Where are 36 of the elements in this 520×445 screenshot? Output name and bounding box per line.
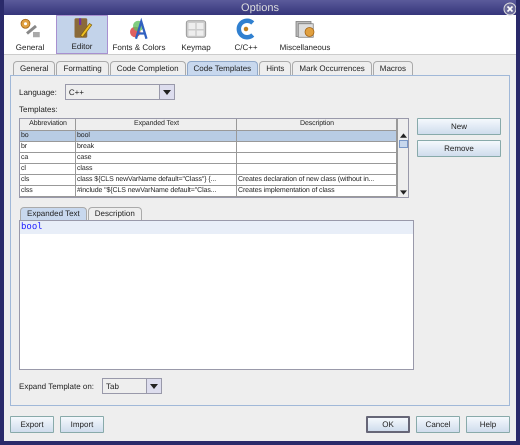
category-button[interactable]: Keymap <box>170 15 222 54</box>
tab[interactable]: Hints <box>259 61 292 75</box>
tab[interactable]: Formatting <box>56 61 109 75</box>
tab[interactable]: Code Templates <box>186 61 258 75</box>
footer-button[interactable]: Export <box>10 416 54 433</box>
dropdown-arrow-icon <box>162 90 171 94</box>
category-button[interactable]: Miscellaneous <box>270 15 340 54</box>
category-button[interactable]: Editor <box>56 15 108 54</box>
scroll-thumb[interactable] <box>398 140 408 148</box>
expand-template-label: Expand Template on: <box>19 382 94 390</box>
scrollbar[interactable] <box>397 119 408 197</box>
code-editor[interactable]: bool <box>19 220 414 370</box>
close-icon[interactable] <box>503 2 516 16</box>
footer-button[interactable]: Help <box>466 416 510 433</box>
tab[interactable]: Expanded Text <box>20 207 87 220</box>
scroll-down-icon[interactable] <box>400 190 406 195</box>
side-button[interactable]: New <box>417 118 501 135</box>
code-line: bool <box>21 222 43 232</box>
window-title: Options <box>241 2 279 14</box>
dropdown-arrow-icon <box>150 384 158 388</box>
category-button[interactable]: C/C++ <box>222 15 270 54</box>
language-dropdown[interactable]: C++ <box>64 84 175 100</box>
footer-button[interactable]: Cancel <box>416 416 460 433</box>
scroll-up-icon[interactable] <box>400 133 406 138</box>
footer-button[interactable]: OK <box>366 416 410 433</box>
tab[interactable]: General <box>13 61 56 75</box>
expand-key-dropdown[interactable]: Tab <box>102 378 162 394</box>
tab[interactable]: Mark Occurrences <box>292 61 372 75</box>
tab[interactable]: Macros <box>372 61 414 75</box>
language-label: Language: <box>19 88 57 96</box>
category-button[interactable]: Fonts & Colors <box>108 15 170 54</box>
category-button[interactable]: General <box>4 15 56 54</box>
tab[interactable]: Code Completion <box>110 61 186 75</box>
templates-label: Templates: <box>19 105 59 114</box>
side-button[interactable]: Remove <box>417 140 501 157</box>
footer-button[interactable]: Import <box>60 416 104 433</box>
